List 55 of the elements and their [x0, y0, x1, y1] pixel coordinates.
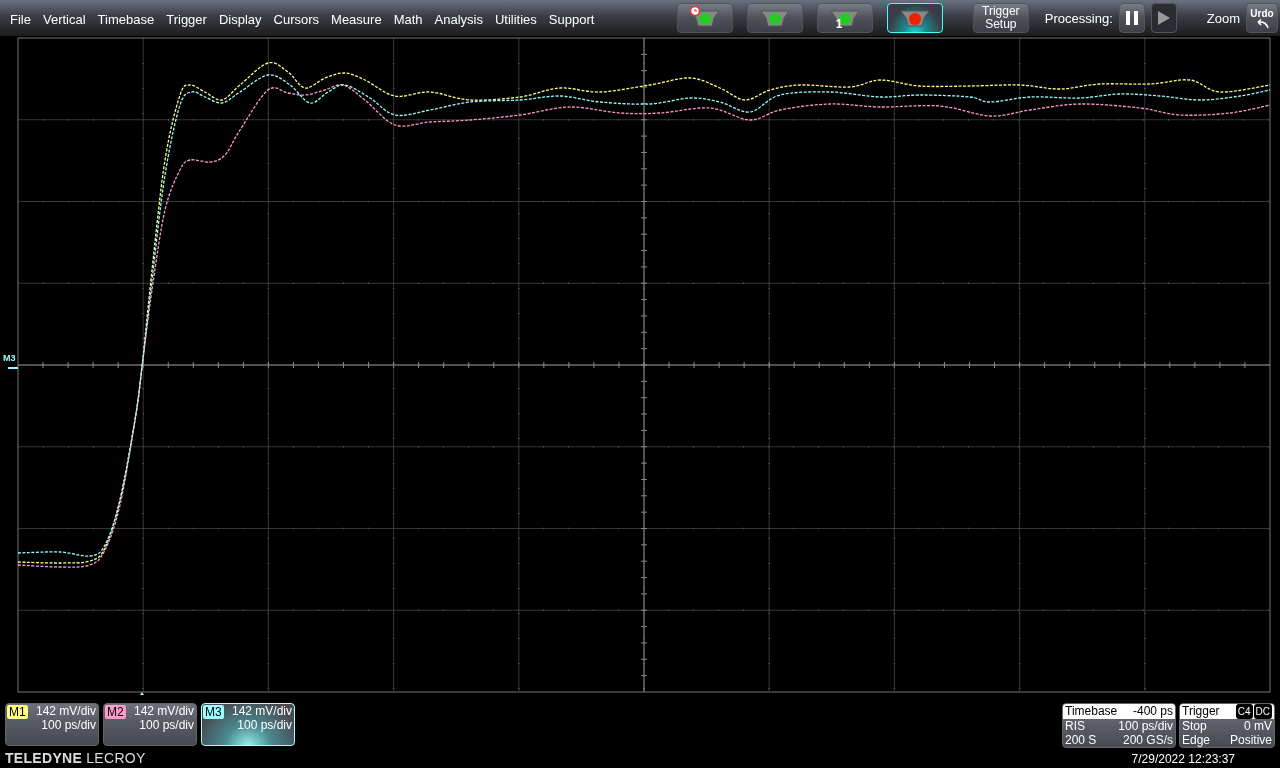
- channel-label: M3: [203, 705, 224, 719]
- menu-item[interactable]: Trigger: [162, 11, 213, 27]
- info-label: RIS: [1065, 719, 1085, 733]
- trigger-mode-button[interactable]: [676, 3, 733, 33]
- trigger-panel[interactable]: Trigger C4 DC Stop 0 mV Edge Positive: [1179, 703, 1275, 748]
- trigger-tag: DC: [1253, 704, 1272, 719]
- undo-button[interactable]: Urdo: [1246, 3, 1278, 33]
- menu-item[interactable]: Timebase: [93, 11, 161, 27]
- menu-item[interactable]: Math: [389, 11, 429, 27]
- info-value: 200 GS/s: [1122, 733, 1173, 747]
- info-value: 100 ps/div: [1118, 719, 1173, 733]
- info-value: Positive: [1229, 733, 1272, 747]
- play-icon: [1156, 10, 1171, 26]
- processing-label: Processing:: [1044, 10, 1113, 26]
- channel-descriptor[interactable]: M1 142 mV/div 100 ps/div: [5, 703, 99, 746]
- channel-label: M2: [105, 705, 126, 719]
- trigger-position-icon: [138, 692, 146, 695]
- menu-item[interactable]: Display: [214, 11, 268, 27]
- menu-item[interactable]: Analysis: [430, 11, 489, 27]
- menu-item[interactable]: Support: [544, 11, 601, 27]
- menu-item[interactable]: Measure: [327, 11, 388, 27]
- info-label: Edge: [1182, 733, 1211, 747]
- time-per-div: 100 ps/div: [41, 718, 96, 732]
- volts-per-div: 142 mV/div: [231, 704, 292, 718]
- info-label: 200 S: [1065, 733, 1097, 747]
- brand-logo: TELEDYNE LECROY: [5, 750, 147, 766]
- trace-marker-label: M3: [3, 353, 16, 363]
- play-button[interactable]: [1150, 3, 1177, 33]
- channel-descriptor[interactable]: M3 142 mV/div 100 ps/div: [201, 703, 295, 746]
- info-value: 0 mV: [1244, 719, 1272, 733]
- alarm-clock-icon: [689, 6, 701, 17]
- panel-title: Timebase: [1065, 704, 1118, 719]
- channel-label: M1: [7, 705, 28, 719]
- info-label: Stop: [1182, 719, 1207, 733]
- trigger-mode-button[interactable]: 1: [816, 3, 873, 33]
- time-per-div: 100 ps/div: [139, 718, 194, 732]
- trigger-setup-button[interactable]: Trigger Setup: [972, 3, 1029, 33]
- menu-item[interactable]: Cursors: [269, 11, 326, 27]
- date-time: 7/29/2022 12:23:37: [1131, 752, 1235, 766]
- menu-item[interactable]: Utilities: [490, 11, 543, 27]
- pause-icon: [1124, 10, 1139, 26]
- volts-per-div: 142 mV/div: [35, 704, 96, 718]
- time-per-div: 100 ps/div: [237, 718, 292, 732]
- panel-title: Trigger: [1182, 704, 1220, 719]
- trigger-mode-button[interactable]: [746, 3, 803, 33]
- menu-item[interactable]: Vertical: [38, 11, 92, 27]
- volts-per-div: 142 mV/div: [133, 704, 194, 718]
- offset-marker-icon: [7, 367, 19, 369]
- pause-button[interactable]: [1118, 3, 1145, 33]
- zoom-label: Zoom: [1206, 10, 1240, 26]
- delay-value: -400 ps: [1132, 704, 1173, 719]
- trigger-tag: C4: [1235, 704, 1253, 719]
- channel-descriptor[interactable]: M2 142 mV/div 100 ps/div: [103, 703, 197, 746]
- menu-item[interactable]: File: [6, 11, 37, 27]
- timebase-panel[interactable]: Timebase -400 ps RIS 100 ps/div 200 S 200 GS/s: [1062, 703, 1176, 748]
